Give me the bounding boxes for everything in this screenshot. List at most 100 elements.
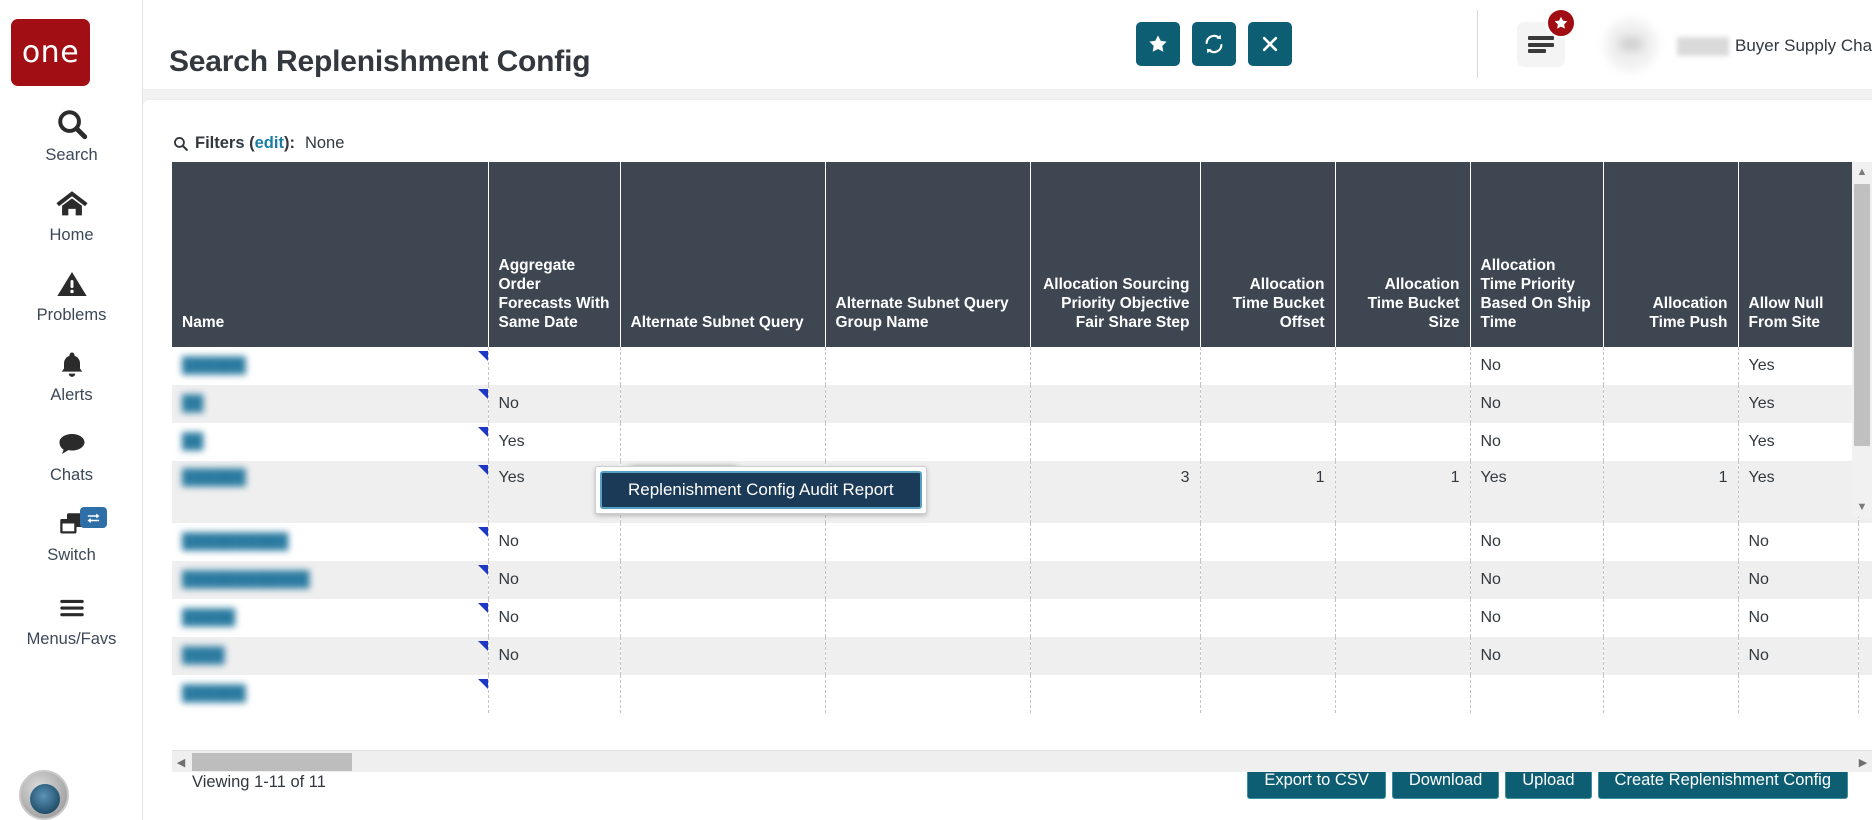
cell-alloc-bucket-offset xyxy=(1200,675,1336,713)
cell-allow-null-from-site xyxy=(1738,675,1859,713)
cell-aggregate-order: No xyxy=(488,599,621,637)
cell-allow-null-from-site: No xyxy=(1738,561,1859,599)
cell-apply-on-to-days xyxy=(1858,637,1872,675)
favorite-button[interactable] xyxy=(1136,22,1180,66)
one-network-logo[interactable]: one xyxy=(11,19,90,86)
row-context-menu-marker[interactable] xyxy=(477,389,487,400)
vertical-scroll-thumb[interactable] xyxy=(1854,184,1870,446)
column-header-alloc-bucket-size[interactable]: Allocation Time Bucket Size xyxy=(1335,162,1471,347)
app-root: one Search Home Problems Alerts Chats Switch M… xyxy=(0,0,1872,820)
chat-icon xyxy=(59,434,84,454)
table-row[interactable]: ██████████ No No No xyxy=(172,523,1872,561)
cell-alt-subnet-query xyxy=(620,637,826,675)
horizontal-scroll-thumb[interactable] xyxy=(192,753,352,771)
cell-alloc-bucket-offset xyxy=(1200,637,1336,675)
refresh-button[interactable] xyxy=(1192,22,1236,66)
scroll-left-arrow[interactable]: ◀ xyxy=(172,751,190,773)
cell-alloc-time-push xyxy=(1603,347,1739,385)
sidebar-item-home[interactable]: Home xyxy=(0,185,143,245)
table-row[interactable]: █████ No No No xyxy=(172,599,1872,637)
row-context-menu-marker[interactable] xyxy=(477,603,487,614)
cell-name-link[interactable]: ██ xyxy=(172,385,489,423)
table-row[interactable]: ████████████ No No No xyxy=(172,561,1872,599)
cell-name-link[interactable]: ████ xyxy=(172,637,489,675)
horizontal-scrollbar[interactable]: ◀ ▶ xyxy=(172,750,1872,772)
column-header-alloc-time-push[interactable]: Allocation Time Push xyxy=(1603,162,1739,347)
menu-icon xyxy=(59,599,84,617)
cell-allow-null-from-site: No xyxy=(1738,637,1859,675)
cell-alt-subnet-group xyxy=(825,675,1031,713)
column-header-alloc-bucket-offset[interactable]: Allocation Time Bucket Offset xyxy=(1200,162,1336,347)
column-header-name[interactable]: Name xyxy=(172,162,489,347)
logo-text: one xyxy=(21,35,80,70)
row-context-menu-marker[interactable] xyxy=(477,527,487,538)
cell-name-link[interactable]: █████ xyxy=(172,599,489,637)
column-header-aggregate-order[interactable]: Aggregate Order Forecasts With Same Date xyxy=(488,162,621,347)
switch-org-button[interactable] xyxy=(80,507,107,528)
cell-alt-subnet-query xyxy=(620,385,826,423)
sidebar-item-search[interactable]: Search xyxy=(0,105,143,165)
user-name xyxy=(1677,11,1838,31)
row-context-menu-marker[interactable] xyxy=(477,351,487,362)
table-row[interactable]: ██ No No Yes xyxy=(172,385,1872,423)
column-header-allow-null-from-site[interactable]: Allow Null From Site xyxy=(1738,162,1859,347)
row-context-menu-marker[interactable] xyxy=(477,565,487,576)
scroll-up-arrow[interactable]: ▲ xyxy=(1852,162,1872,182)
column-header-alloc-priority-ship[interactable]: Allocation Time Priority Based On Ship T… xyxy=(1470,162,1604,347)
row-context-menu-marker[interactable] xyxy=(477,427,487,438)
cell-alloc-bucket-offset xyxy=(1200,347,1336,385)
sidebar-item-chats[interactable]: Chats xyxy=(0,425,143,485)
context-tooltip[interactable]: Replenishment Config Audit Report xyxy=(595,466,927,514)
cell-aggregate-order: No xyxy=(488,561,621,599)
menu-icon-bar xyxy=(1528,35,1554,40)
cell-alloc-priority-ship: No xyxy=(1470,523,1604,561)
sidebar-item-menus-favs[interactable]: Menus/Favs xyxy=(0,589,143,649)
row-context-menu-marker[interactable] xyxy=(477,641,487,652)
table-row[interactable]: ██████ No Yes xyxy=(172,347,1872,385)
sidebar-item-label: Search xyxy=(45,146,98,164)
cell-name-link[interactable]: ██ xyxy=(172,423,489,461)
column-header-alt-subnet-group[interactable]: Alternate Subnet Query Group Name xyxy=(825,162,1031,347)
table-row[interactable]: ██████Yes██████████TEST311Yes1Yes xyxy=(172,461,1872,523)
cell-alt-subnet-group xyxy=(825,385,1031,423)
scroll-down-arrow[interactable]: ▼ xyxy=(1852,497,1872,517)
rail-avatar[interactable] xyxy=(19,770,69,820)
cell-alloc-bucket-size xyxy=(1335,523,1471,561)
scroll-right-arrow[interactable]: ▶ xyxy=(1854,751,1872,773)
cell-alt-subnet-query xyxy=(620,599,826,637)
cell-alloc-priority-step xyxy=(1030,561,1201,599)
table-row[interactable]: ████ No No No xyxy=(172,637,1872,675)
sidebar-item-problems[interactable]: Problems xyxy=(0,265,143,325)
cell-name-link[interactable]: ██████ xyxy=(172,347,489,385)
sidebar-item-alerts[interactable]: Alerts xyxy=(0,345,143,405)
column-header-alt-subnet-query[interactable]: Alternate Subnet Query xyxy=(620,162,826,347)
sidebar-item-switch[interactable]: Switch xyxy=(0,505,143,565)
user-org-redacted xyxy=(1677,36,1729,56)
row-context-menu-marker[interactable] xyxy=(477,679,487,690)
column-header-alloc-priority-step[interactable]: Allocation Sourcing Priority Objective F… xyxy=(1030,162,1201,347)
cell-name-link[interactable]: ██████ xyxy=(172,675,489,713)
cell-allow-null-from-site: No xyxy=(1738,523,1859,561)
table-row[interactable]: ██ Yes No Yes xyxy=(172,423,1872,461)
row-context-menu-marker[interactable] xyxy=(477,465,487,476)
cell-alloc-bucket-offset xyxy=(1200,561,1336,599)
header-action-buttons xyxy=(1136,22,1292,66)
user-info[interactable]: Buyer Supply Chain Admin xyxy=(1677,10,1872,78)
cell-name-link[interactable]: ████████████ xyxy=(172,561,489,599)
bell-icon xyxy=(51,345,93,383)
cell-name-link[interactable]: ██████████ xyxy=(172,523,489,561)
table-row[interactable]: ██████ xyxy=(172,675,1872,713)
notification-badge[interactable] xyxy=(1546,8,1576,38)
star-icon xyxy=(1149,35,1167,52)
cell-aggregate-order: No xyxy=(488,523,621,561)
star-icon xyxy=(1554,16,1568,29)
cell-name-link[interactable]: ██████ xyxy=(172,461,489,523)
filters-edit-link[interactable]: edit xyxy=(255,134,284,153)
config-name-redacted: ██████ xyxy=(182,685,246,702)
avatar[interactable] xyxy=(1605,19,1657,71)
tooltip-label[interactable]: Replenishment Config Audit Report xyxy=(600,471,922,509)
close-button[interactable] xyxy=(1248,22,1292,66)
vertical-scrollbar[interactable]: ▲ ▼ xyxy=(1852,162,1872,517)
cell-alt-subnet-group xyxy=(825,637,1031,675)
replenishment-config-table: Name Aggregate Order Forecasts With Same … xyxy=(172,162,1872,713)
